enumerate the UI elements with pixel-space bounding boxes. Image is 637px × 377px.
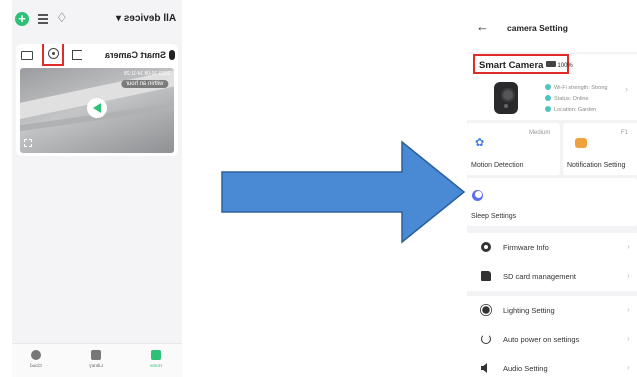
camera-card[interactable]: Smart Camera 2023-10-08 14:11:28 within … — [16, 44, 178, 156]
device-name: Smart Camera — [479, 60, 544, 71]
chevron-right-icon: › — [627, 334, 630, 343]
row-audio-setting[interactable]: Audio Setting › — [467, 354, 637, 377]
chevron-right-icon: › — [627, 363, 630, 372]
firmware-icon — [481, 242, 491, 252]
device-status: Status: Online — [545, 95, 589, 102]
chevron-right-icon: › — [627, 271, 630, 280]
motion-run-icon: ✿ — [475, 137, 485, 149]
battery-level: 100% — [557, 63, 573, 69]
list-icon[interactable] — [38, 14, 48, 24]
tile-notification-setting[interactable]: F1 Notification Setting — [563, 123, 637, 175]
mail-icon[interactable] — [21, 51, 33, 60]
device-summary[interactable]: Smart Camera 100% Wi-Fi strength: Strong … — [467, 54, 637, 120]
notification-icon — [575, 138, 587, 148]
motion-sensitivity: Medium — [529, 130, 551, 136]
live-preview[interactable]: 2023-10-08 14:11:28 within an hour — [20, 68, 174, 153]
cloud-icon — [31, 350, 41, 360]
chevron-right-icon: › — [627, 242, 630, 251]
settings-header: ← camera Setting — [467, 0, 637, 52]
camera-status-icons — [120, 61, 160, 74]
notification-value: F1 — [621, 130, 629, 136]
all-devices-dropdown[interactable]: All devices ▾ — [116, 13, 176, 24]
home-header: + ♢ All devices ▾ — [12, 0, 182, 44]
gear-icon[interactable] — [48, 48, 59, 59]
bell-icon[interactable]: ♢ — [56, 10, 68, 26]
row-lighting-setting[interactable]: Lighting Setting › — [467, 296, 637, 325]
nav-item-library[interactable]: Library — [76, 350, 116, 368]
device-name-highlight-box: Smart Camera 100% — [473, 54, 573, 74]
home-screen: + ♢ All devices ▾ Smart Camera 2023-10-0… — [12, 0, 182, 377]
nav-item-home[interactable]: Home — [136, 350, 176, 368]
arrow-shape — [221, 140, 466, 244]
speaker-icon — [481, 363, 487, 373]
location-pin-icon — [545, 106, 551, 112]
tile-sleep-settings[interactable]: Sleep Settings — [467, 178, 637, 226]
video-timestamp: 2023-10-08 14:11:28 — [123, 71, 170, 77]
camera-image — [494, 82, 518, 114]
fullscreen-icon[interactable] — [24, 139, 32, 147]
wifi-strength: Wi-Fi strength: Strong — [545, 84, 608, 91]
nav-item-cloud[interactable]: Cloud — [16, 350, 56, 368]
device-location: Location: Garden — [545, 106, 596, 113]
library-icon — [91, 350, 101, 360]
recording-notice-badge: within an hour — [120, 80, 168, 88]
status-icon — [545, 95, 551, 101]
transition-arrow — [221, 140, 466, 244]
sd-card-icon — [481, 271, 491, 281]
row-auto-power-on[interactable]: Auto power on settings › — [467, 325, 637, 354]
chevron-right-icon: › — [627, 305, 630, 314]
back-arrow-icon[interactable]: ← — [476, 19, 489, 34]
camera-name: Smart Camera — [104, 50, 166, 60]
settings-highlight-box — [42, 44, 64, 66]
camera-settings-screen: ← camera Setting Smart Camera 100% Wi-Fi … — [467, 0, 637, 377]
camera-device-icon — [169, 50, 175, 60]
page-title: camera Setting — [507, 23, 568, 33]
home-icon — [151, 350, 161, 360]
sleep-icon — [472, 190, 483, 201]
wifi-icon — [545, 84, 551, 90]
light-icon — [482, 306, 490, 314]
bottom-nav: Cloud Library Home — [12, 343, 182, 377]
row-firmware-info[interactable]: Firmware Info › — [467, 233, 637, 262]
row-sd-card-management[interactable]: SD card management › — [467, 262, 637, 291]
battery-icon — [546, 61, 557, 67]
share-icon[interactable] — [72, 50, 82, 60]
plus-circle-icon[interactable]: + — [15, 12, 29, 26]
tile-motion-detection[interactable]: ✿ Medium Motion Detection — [467, 123, 560, 175]
play-icon[interactable] — [87, 98, 107, 118]
power-icon — [481, 334, 491, 344]
chevron-right-icon: › — [625, 84, 628, 94]
